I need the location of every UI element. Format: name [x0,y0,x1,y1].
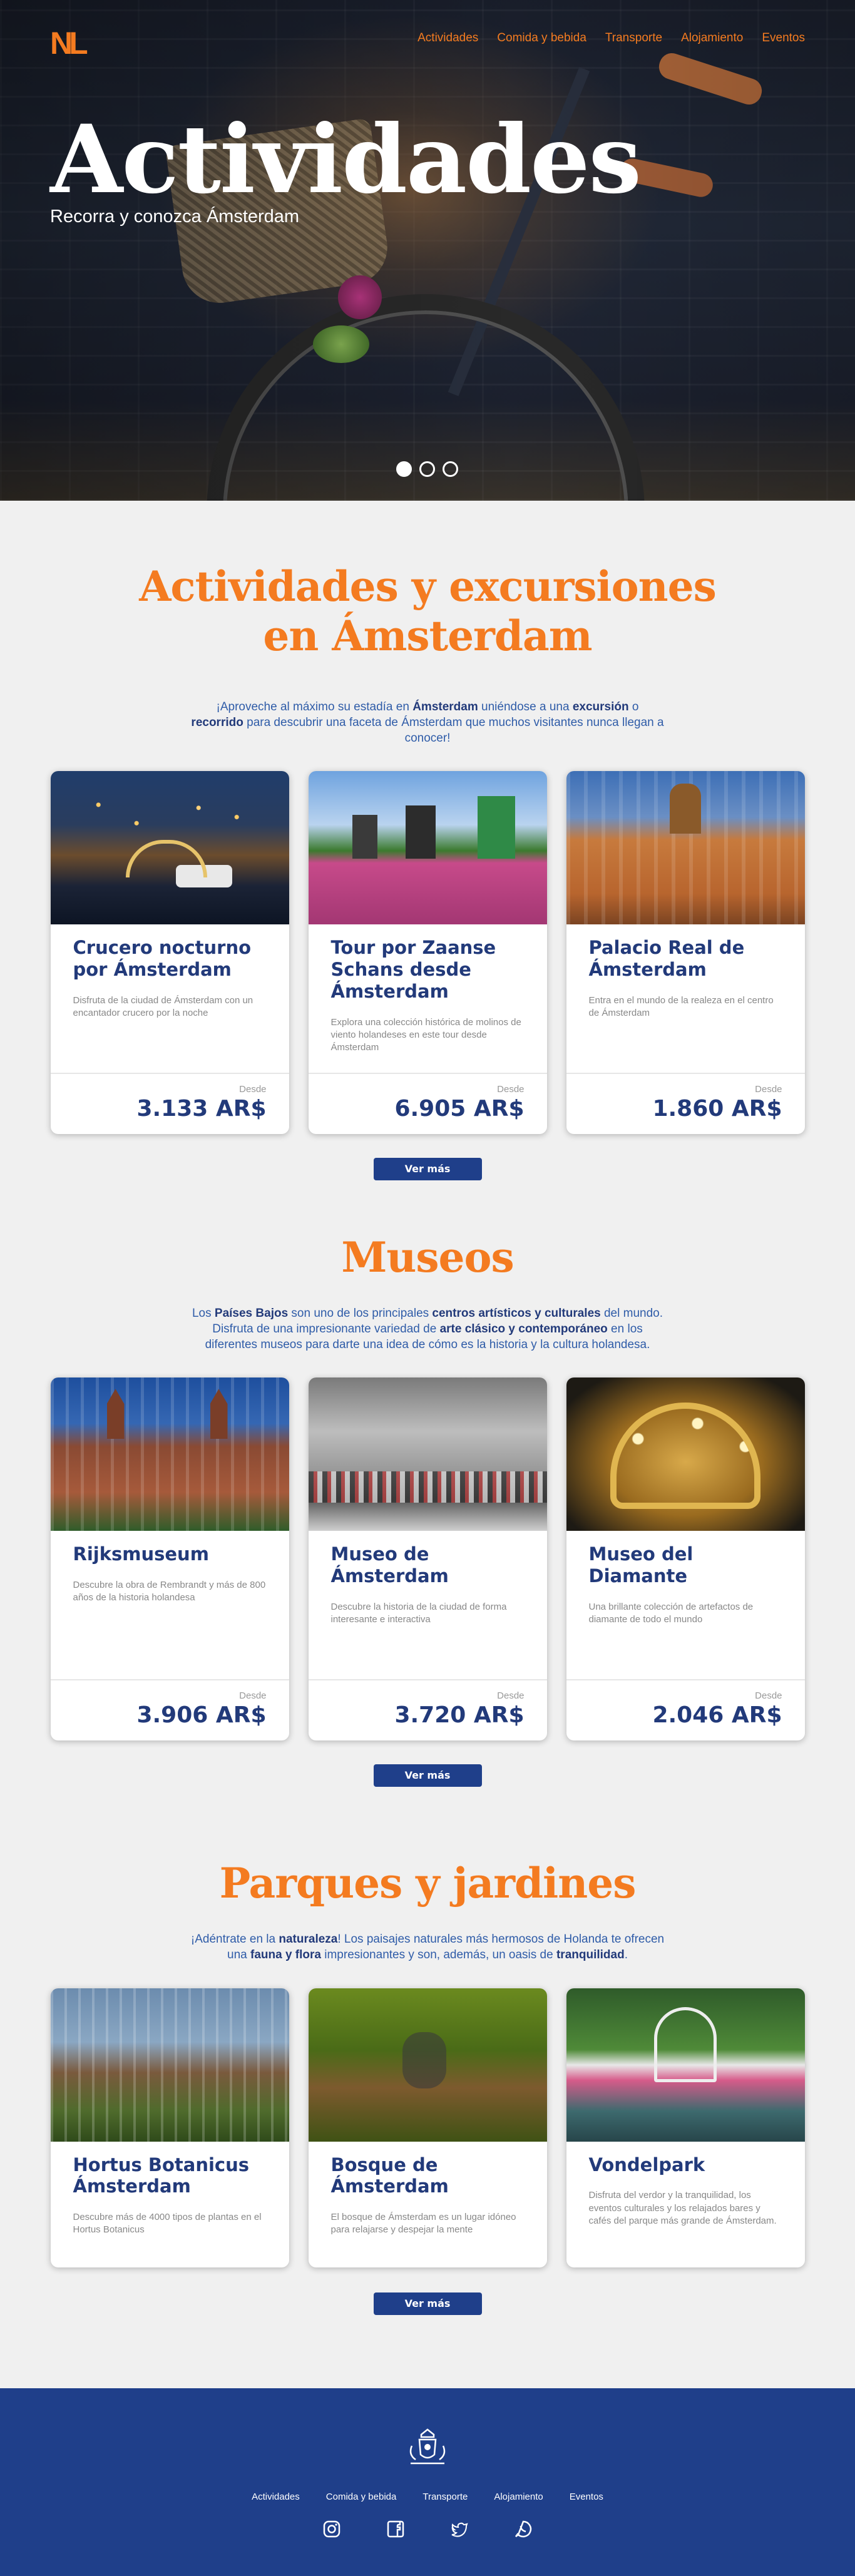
price-value: 2.046 AR$ [652,1702,782,1729]
twitter-icon[interactable] [450,2520,469,2538]
section-title: Museos [341,1233,514,1282]
card-image [566,771,805,925]
hero-banner: NL Actividades Comida y bebida Transport… [0,0,855,501]
nav-links: Actividades Comida y bebida Transporte A… [417,31,805,45]
park-card[interactable]: Hortus Botanicus Ámsterdam Descubre más … [50,1988,289,2267]
footer-link-actividades[interactable]: Actividades [252,2492,300,2502]
card-title: Museo del Diamante [588,1543,694,1587]
section-title-line: Actividades y excursiones [139,562,717,611]
footer: Actividades Comida y bebida Transporte A… [0,2388,855,2576]
card-title: Museo de Ámsterdam [330,1543,449,1587]
price-value: 3.720 AR$ [394,1702,525,1729]
museum-card[interactable]: Museo de Ámsterdam Descubre la historia … [308,1377,547,1741]
card-description: Descubre la historia de la ciudad de for… [330,1601,507,1625]
card-title: Crucero nocturno por Ámsterdam [73,937,252,981]
card-description: Una brillante colección de artefactos de… [588,1601,754,1625]
card-image [308,1988,547,2142]
card-description: Explora una colección histórica de molin… [330,1016,521,1053]
activity-card[interactable]: Tour por Zaanse Schans desde Ámsterdam E… [308,771,547,1135]
card-grid: Rijksmuseum Descubre la obra de Rembrand… [0,1377,855,1741]
price-label: Desde [755,1690,782,1702]
see-more-button[interactable]: Ver más [373,1764,482,1787]
section-intro: ¡Aproveche al máximo su estadía en Ámste… [191,700,664,745]
card-grid: Crucero nocturno por Ámsterdam Disfruta … [0,771,855,1135]
section-title: Actividades y excursiones en Ámsterdam [0,562,855,661]
museum-card[interactable]: Museo del Diamante Una brillante colecci… [566,1377,805,1741]
card-description: El bosque de Ámsterdam es un lugar idóne… [330,2212,516,2236]
section-museos: Museos Los Países Bajos son uno de los p… [0,1208,855,1834]
site-logo[interactable]: NL [50,25,88,61]
card-price-box: Desde 3.133 AR$ [50,1073,289,1134]
card-image [50,1988,289,2142]
price-value: 3.133 AR$ [136,1096,267,1122]
card-image [50,771,289,925]
section-intro: Los Países Bajos son uno de los principa… [192,1307,663,1351]
footer-link-eventos[interactable]: Eventos [570,2492,603,2502]
price-value: 6.905 AR$ [394,1096,525,1122]
footer-link-transporte[interactable]: Transporte [422,2492,468,2502]
price-label: Desde [755,1084,782,1095]
price-label: Desde [239,1690,267,1702]
park-card[interactable]: Bosque de Ámsterdam El bosque de Ámsterd… [308,1988,547,2267]
carousel-dot-3[interactable] [443,461,458,477]
coat-of-arms-icon [409,2428,446,2465]
card-image [308,771,547,925]
hero-subtitle: Recorra y conozca Ámsterdam [50,207,300,227]
card-description: Entra en el mundo de la realeza en el ce… [588,995,774,1019]
see-more-button[interactable]: Ver más [373,1158,482,1181]
card-title: Bosque de Ámsterdam [330,2154,449,2197]
card-price-box: Desde 1.860 AR$ [566,1073,805,1134]
price-value: 1.860 AR$ [652,1096,782,1122]
museum-card[interactable]: Rijksmuseum Descubre la obra de Rembrand… [50,1377,289,1741]
card-title: Palacio Real de Ámsterdam [588,937,745,981]
card-title: Rijksmuseum [73,1543,209,1565]
footer-links: Actividades Comida y bebida Transporte A… [0,2492,855,2502]
activity-card[interactable]: Palacio Real de Ámsterdam Entra en el mu… [566,771,805,1135]
section-actividades: Actividades y excursiones en Ámsterdam ¡… [0,501,855,1208]
carousel-dot-1[interactable] [396,461,412,477]
instagram-icon[interactable] [322,2520,341,2538]
card-description: Disfruta de la ciudad de Ámsterdam con u… [73,995,253,1019]
price-value: 3.906 AR$ [136,1702,267,1729]
card-title: Tour por Zaanse Schans desde Ámsterdam [330,937,496,1003]
section-intro: ¡Adéntrate en la naturaleza! Los paisaje… [190,1933,665,1961]
card-description: Descubre más de 4000 tipos de plantas en… [73,2212,262,2236]
section-title: Parques y jardines [219,1859,637,1908]
nav-item-comida-y-bebida[interactable]: Comida y bebida [497,31,586,45]
price-label: Desde [497,1690,525,1702]
card-title: Hortus Botanicus Ámsterdam [73,2154,250,2197]
card-title: Vondelpark [588,2154,705,2175]
card-price-box: Desde 6.905 AR$ [308,1073,547,1134]
card-image [50,1377,289,1531]
footer-link-alojamiento[interactable]: Alojamiento [494,2492,543,2502]
top-nav: NL Actividades Comida y bebida Transport… [0,0,855,81]
section-parques: Parques y jardines ¡Adéntrate en la natu… [0,1834,855,2388]
nav-item-actividades[interactable]: Actividades [417,31,478,45]
see-more-button[interactable]: Ver más [373,2292,482,2315]
card-price-box: Desde 3.906 AR$ [50,1679,289,1740]
card-image [308,1377,547,1531]
facebook-icon[interactable] [386,2520,405,2538]
carousel-dots [396,461,458,477]
card-image [566,1988,805,2142]
social-links [0,2520,855,2538]
section-title-line: en Ámsterdam [263,611,592,661]
park-card[interactable]: Vondelpark Disfruta del verdor y la tran… [566,1988,805,2267]
price-label: Desde [239,1084,267,1095]
card-price-box: Desde 3.720 AR$ [308,1679,547,1740]
card-description: Disfruta del verdor y la tranquilidad, l… [588,2190,777,2226]
nav-item-alojamiento[interactable]: Alojamiento [681,31,743,45]
whatsapp-icon[interactable] [514,2520,533,2538]
card-grid: Hortus Botanicus Ámsterdam Descubre más … [0,1988,855,2267]
card-description: Descubre la obra de Rembrandt y más de 8… [73,1580,266,1603]
carousel-dot-2[interactable] [419,461,435,477]
card-price-box: Desde 2.046 AR$ [566,1679,805,1740]
hero-title: Actividades [50,105,642,215]
price-label: Desde [497,1084,525,1095]
nav-item-transporte[interactable]: Transporte [605,31,662,45]
activity-card[interactable]: Crucero nocturno por Ámsterdam Disfruta … [50,771,289,1135]
nav-item-eventos[interactable]: Eventos [762,31,805,45]
footer-link-comida-y-bebida[interactable]: Comida y bebida [326,2492,397,2502]
card-image [566,1377,805,1531]
